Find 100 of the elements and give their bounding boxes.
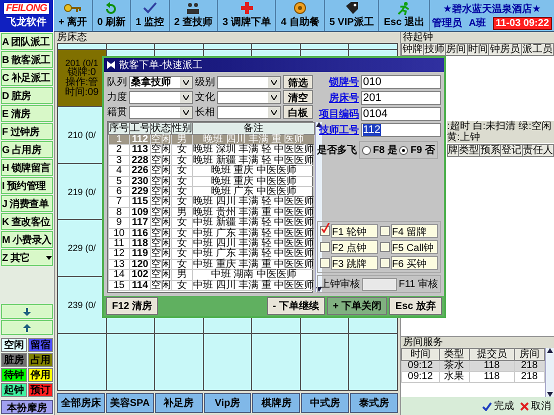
down-arrow-icon[interactable] <box>547 392 553 397</box>
input-field[interactable]: 0104 <box>361 107 441 121</box>
sidebar-button[interactable]: A 团队派工 <box>1 33 53 50</box>
caret-icon <box>46 256 52 260</box>
legend-item: 空闲 <box>1 338 26 352</box>
table-cell: 晚班 重庆 中医医师 <box>192 176 315 187</box>
filter-button[interactable]: 筛选 <box>283 75 313 89</box>
filter-button[interactable]: 清空 <box>283 90 313 104</box>
toolbar-button[interactable]: 3 调牌下单 <box>218 0 276 31</box>
confirm-button[interactable]: 完成 <box>482 399 514 413</box>
room-cell[interactable] <box>155 334 203 390</box>
dialog-button[interactable]: - 下单继续 <box>266 297 325 315</box>
room-tab[interactable]: 美容SPA <box>106 393 154 413</box>
dropdown[interactable] <box>129 90 193 104</box>
dropdown[interactable] <box>217 90 281 104</box>
dropdown[interactable] <box>217 106 281 118</box>
sidebar-button[interactable]: J 消费查单 <box>1 195 53 212</box>
toolbar-button[interactable]: 5 VIP派工 <box>324 0 380 31</box>
option-button[interactable]: F3 跳牌 <box>331 256 378 270</box>
room-cell[interactable] <box>252 44 300 49</box>
dialog-button[interactable]: + 下单关闭 <box>326 297 388 315</box>
room-card[interactable]: 201 (0/1 锁牌:0 操作:管 时间:09 <box>58 50 106 106</box>
checkbox[interactable] <box>380 242 390 252</box>
field-label-link[interactable]: 房床号 <box>317 91 359 105</box>
filter-button[interactable]: 白板 <box>283 105 313 119</box>
sidebar-button[interactable]: B 散客派工 <box>1 51 53 68</box>
table-cell: 4 <box>108 166 130 176</box>
caret-icon <box>183 80 189 84</box>
table-cell: 空闲 <box>150 176 172 187</box>
option-button[interactable]: F1 轮钟 <box>331 224 378 238</box>
field-label-link[interactable]: 项目编码 <box>317 107 359 121</box>
input-field[interactable]: 201 <box>361 91 441 105</box>
footer-button[interactable]: 本扮摩房 <box>1 400 53 414</box>
room-tab[interactable]: 泰式房 <box>350 393 398 413</box>
review-button[interactable]: F11 审核 <box>398 277 438 291</box>
dropdown[interactable] <box>217 76 281 88</box>
table-cell: 中班 四川 丰满 轻 中医医师 <box>192 238 315 249</box>
sidebar-button[interactable]: G 占用房 <box>1 141 53 158</box>
sidebar-button[interactable]: H 锁牌留言 <box>1 159 53 176</box>
room-cell[interactable] <box>204 44 252 49</box>
dropdown[interactable] <box>129 106 193 118</box>
room-cell[interactable] <box>252 334 300 390</box>
room-cell[interactable] <box>58 44 106 49</box>
room-tab[interactable]: 补足房 <box>154 393 203 413</box>
room-cell[interactable] <box>349 334 397 390</box>
room-cell[interactable] <box>349 44 397 49</box>
room-cell[interactable] <box>58 334 106 390</box>
option-button[interactable]: F5 Call钟 <box>391 240 438 254</box>
input-field[interactable]: 010 <box>361 75 441 89</box>
checkbox[interactable] <box>320 258 330 268</box>
toolbar-button[interactable]: 4 自助餐 <box>276 0 325 31</box>
input-field[interactable] <box>362 278 397 290</box>
room-tab[interactable]: Vip房 <box>204 393 252 413</box>
down-arrow-icon[interactable] <box>316 287 322 292</box>
toolbar-button[interactable]: + 离开 <box>54 0 93 31</box>
toolbar-button[interactable]: 0 刷新 <box>92 0 132 31</box>
checkbox[interactable] <box>320 226 330 236</box>
room-tab[interactable]: 棋牌房 <box>252 393 300 413</box>
sidebar-button[interactable]: I 预约管理 <box>1 177 53 194</box>
sidebar-button[interactable]: E 清房 <box>1 105 53 122</box>
input-field[interactable]: 112 <box>361 123 441 137</box>
checkbox[interactable] <box>380 226 390 236</box>
hotel-name: ★碧水蓝天温泉酒店★ <box>442 2 542 16</box>
sidebar-button[interactable]: D 脏房 <box>1 87 53 104</box>
field-label-link[interactable]: 技师工号 <box>317 123 359 137</box>
toolbar-button[interactable]: 1 监控 <box>131 0 170 31</box>
sidebar-button[interactable]: Z 其它 <box>1 249 53 266</box>
dialog-button[interactable]: F12 清房 <box>106 297 158 315</box>
radio-button[interactable] <box>362 146 371 154</box>
sidebar-button[interactable]: F 过钟房 <box>1 123 53 140</box>
table-cell: 女 <box>172 259 192 270</box>
field-label-link[interactable]: 锁牌号 <box>317 75 359 89</box>
table-cell: 水果 <box>439 372 470 382</box>
room-card[interactable]: 239 (0/ <box>58 277 106 334</box>
checkbox[interactable] <box>320 242 330 252</box>
scroll-down-button[interactable] <box>1 304 53 319</box>
option-button[interactable]: F4 留牌 <box>391 224 438 238</box>
sidebar-button[interactable]: K 查改客位 <box>1 213 53 230</box>
room-cell[interactable] <box>300 334 348 390</box>
radio-button[interactable] <box>399 146 408 154</box>
option-button[interactable]: F6 买钟 <box>391 256 438 270</box>
up-arrow-icon[interactable] <box>547 348 553 353</box>
room-tab[interactable]: 全部房床 <box>57 393 105 413</box>
cancel-button[interactable]: 取消 <box>520 399 551 413</box>
room-cell[interactable] <box>155 44 203 49</box>
room-cell[interactable] <box>106 44 154 49</box>
column-header: 性别 <box>172 122 192 134</box>
room-cell[interactable] <box>204 334 252 390</box>
dialog-button[interactable]: Esc 放弃 <box>389 297 442 315</box>
room-tab[interactable]: 中式房 <box>301 393 350 413</box>
dropdown[interactable]: 桑拿技师 <box>129 76 193 88</box>
checkbox[interactable] <box>380 258 390 268</box>
room-cell[interactable] <box>300 44 348 49</box>
room-cell[interactable] <box>106 334 154 390</box>
toolbar-button[interactable]: 2 查技师 <box>170 0 218 31</box>
sidebar-button[interactable]: C 补足派工 <box>1 69 53 86</box>
scrollbar[interactable] <box>545 348 554 397</box>
option-button[interactable]: F2 点钟 <box>331 240 378 254</box>
sidebar-button[interactable]: M 小费录入 <box>1 231 53 248</box>
scroll-up-button[interactable] <box>1 320 53 335</box>
